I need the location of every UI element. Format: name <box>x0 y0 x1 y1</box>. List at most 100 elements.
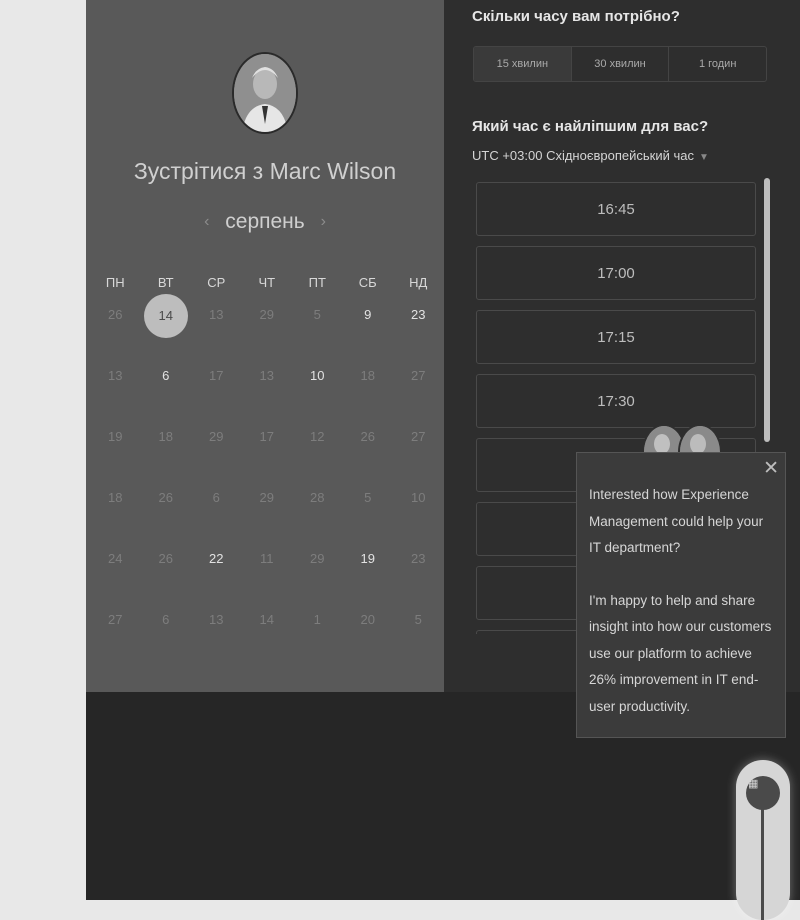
calendar-cell: 26 <box>141 540 192 601</box>
calendar-day: 26 <box>108 307 123 322</box>
calendar-day: 12 <box>310 429 325 444</box>
duration-option[interactable]: 1 годин <box>669 47 766 81</box>
calendar-cell: 12 <box>292 418 343 479</box>
weekday-header: ПН ВТ СР ЧТ ПТ СБ НД <box>90 270 444 296</box>
calendar-day: 13 <box>209 612 224 627</box>
calendar-day: 18 <box>158 429 173 444</box>
calendar-cell: 19 <box>90 418 141 479</box>
time-slot[interactable]: 16:45 <box>476 182 756 236</box>
calendar-day: 17 <box>209 368 224 383</box>
calendar-day: 6 <box>162 612 170 627</box>
calendar-day: 26 <box>158 551 173 566</box>
calendar-cell: 27 <box>393 357 444 418</box>
calendar-week: 18 26 6 29 28 5 10 <box>90 479 444 540</box>
duration-option[interactable]: 15 хвилин <box>474 47 572 81</box>
time-slot[interactable]: 17:30 <box>476 374 756 428</box>
meeting-title: Зустрітися з Marc Wilson <box>133 158 397 184</box>
calendar-week: 27 6 13 14 1 20 5 <box>90 601 444 662</box>
grid-icon: ▦ <box>748 778 759 790</box>
chevron-down-icon: ▼ <box>698 152 709 163</box>
chat-launcher-button[interactable]: ▦ <box>736 760 790 920</box>
weekday-label: СБ <box>358 275 377 290</box>
calendar-day: 26 <box>360 429 375 444</box>
calendar-day: 13 <box>108 368 123 383</box>
calendar-cell: 14 <box>141 294 192 357</box>
weekday-label: НД <box>409 275 428 290</box>
calendar-day: 17 <box>259 429 274 444</box>
calendar-cell: 27 <box>90 601 141 662</box>
calendar-day: 11 <box>260 551 274 566</box>
calendar-cell: 26 <box>343 418 394 479</box>
calendar-day: 29 <box>259 307 274 322</box>
calendar-cell: 20 <box>343 601 394 662</box>
month-navigation: ‹ серпень › <box>86 210 444 234</box>
calendar-cell: 17 <box>191 357 242 418</box>
time-slot[interactable]: 17:15 <box>476 310 756 364</box>
calendar-cell: 13 <box>90 357 141 418</box>
calendar-cell: 13 <box>191 296 242 357</box>
calendar-day: 26 <box>158 490 173 505</box>
next-month-button[interactable]: › <box>321 213 326 230</box>
calendar-day[interactable]: 22 <box>191 546 242 572</box>
weekday-label: ЧТ <box>258 275 276 290</box>
timezone-label: UTC +03:00 Східноєвропейський час <box>472 148 694 163</box>
calendar-cell: 27 <box>393 418 444 479</box>
calendar-day: 29 <box>209 429 224 444</box>
chat-popup: ✕ Interested how Experience Management c… <box>576 452 786 738</box>
calendar-cell: 26 <box>90 296 141 357</box>
calendar-cell: 29 <box>242 479 293 540</box>
calendar-panel: Зустрітися з Marc Wilson ‹ серпень › ПН В… <box>86 0 444 692</box>
close-icon[interactable]: ✕ <box>763 459 779 478</box>
calendar-day: 5 <box>414 612 422 627</box>
popup-message-2: I'm happy to help and share insight into… <box>589 592 772 714</box>
calendar-cell: 6 <box>191 479 242 540</box>
calendar-cell: 9 <box>343 296 394 357</box>
calendar-day: 20 <box>360 612 375 627</box>
time-question: Який час є найліпшим для вас? <box>472 118 709 135</box>
calendar-day[interactable]: 6 <box>141 363 192 389</box>
person-icon <box>234 54 296 132</box>
calendar-cell: 18 <box>90 479 141 540</box>
calendar-day[interactable]: 19 <box>343 546 394 572</box>
scrollbar[interactable] <box>764 178 770 442</box>
calendar-cell: 1 <box>292 601 343 662</box>
calendar-cell: 6 <box>141 357 192 418</box>
calendar-cell: 22 <box>191 540 242 601</box>
calendar-cell: 10 <box>292 357 343 418</box>
weekday-label: ПН <box>105 275 125 290</box>
duration-selector: 15 хвилин 30 хвилин 1 годин <box>473 46 767 82</box>
calendar-cell: 29 <box>242 296 293 357</box>
calendar-day: 13 <box>259 368 274 383</box>
duration-question: Скільки часу вам потрібно? <box>472 8 680 25</box>
prev-month-button[interactable]: ‹ <box>204 213 209 230</box>
weekday-label: ВТ <box>157 275 174 290</box>
month-label: серпень <box>225 210 305 233</box>
calendar-cell: 29 <box>191 418 242 479</box>
calendar-cell: 10 <box>393 479 444 540</box>
weekday-label: СР <box>207 275 226 290</box>
popup-message-1: Interested how Experience Management cou… <box>589 487 764 555</box>
duration-option[interactable]: 30 хвилин <box>572 47 670 81</box>
calendar-cell: 14 <box>242 601 293 662</box>
calendar-cell: 18 <box>141 418 192 479</box>
timezone-select[interactable]: UTC +03:00 Східноєвропейський час ▼ <box>472 148 709 163</box>
calendar-day[interactable]: 10 <box>292 363 343 389</box>
calendar-day[interactable]: 9 <box>343 302 394 328</box>
calendar-cell: 17 <box>242 418 293 479</box>
calendar-day: 23 <box>411 551 426 566</box>
calendar-day: 18 <box>360 368 375 383</box>
calendar-day[interactable]: 23 <box>393 302 444 328</box>
time-slot[interactable]: 17:00 <box>476 246 756 300</box>
calendar-week: 26 14 13 29 5 9 23 <box>90 294 444 357</box>
calendar-cell: 5 <box>292 296 343 357</box>
weekday-label: ПТ <box>308 275 326 290</box>
calendar-day-selected[interactable]: 14 <box>143 294 188 338</box>
calendar-cell: 13 <box>242 357 293 418</box>
calendar-day: 5 <box>364 490 372 505</box>
calendar-day: 29 <box>310 551 325 566</box>
calendar-cell: 28 <box>292 479 343 540</box>
calendar-cell: 18 <box>343 357 394 418</box>
calendar-day: 6 <box>212 490 220 505</box>
calendar-cell: 23 <box>393 540 444 601</box>
calendar-day: 28 <box>310 490 325 505</box>
